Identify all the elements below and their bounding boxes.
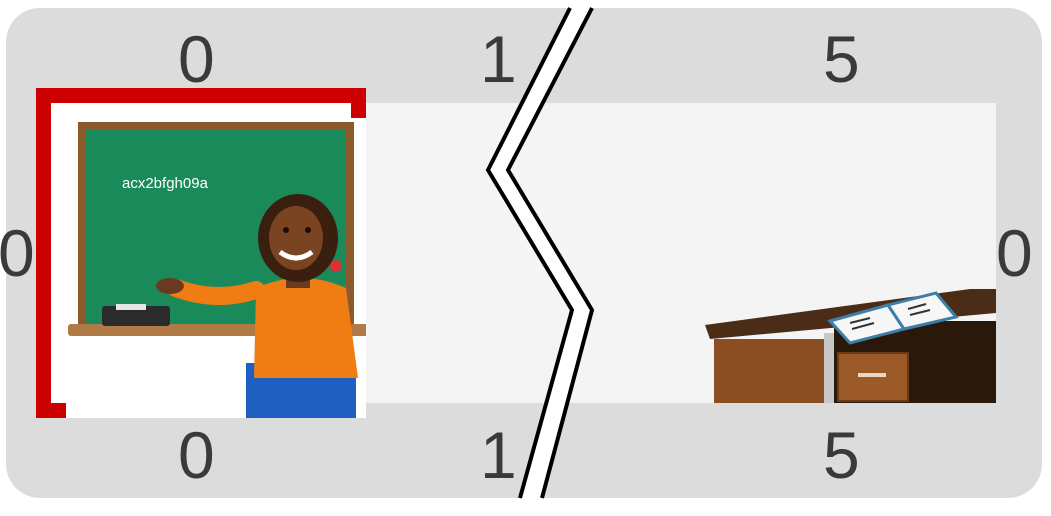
selected-cell[interactable] — [36, 88, 366, 418]
number-line-break-icon — [485, 7, 595, 499]
bottom-label-0: 0 — [178, 418, 215, 492]
right-label: 0 — [996, 216, 1033, 290]
left-label: 0 — [0, 216, 35, 290]
teacher-chalkboard-image[interactable] — [66, 118, 366, 418]
top-label-5: 5 — [823, 22, 860, 96]
bottom-label-5: 5 — [823, 418, 860, 492]
top-label-0: 0 — [178, 22, 215, 96]
desk-with-book-image[interactable] — [700, 283, 996, 403]
cell-code-label: acx2bfgh09a — [122, 175, 208, 192]
